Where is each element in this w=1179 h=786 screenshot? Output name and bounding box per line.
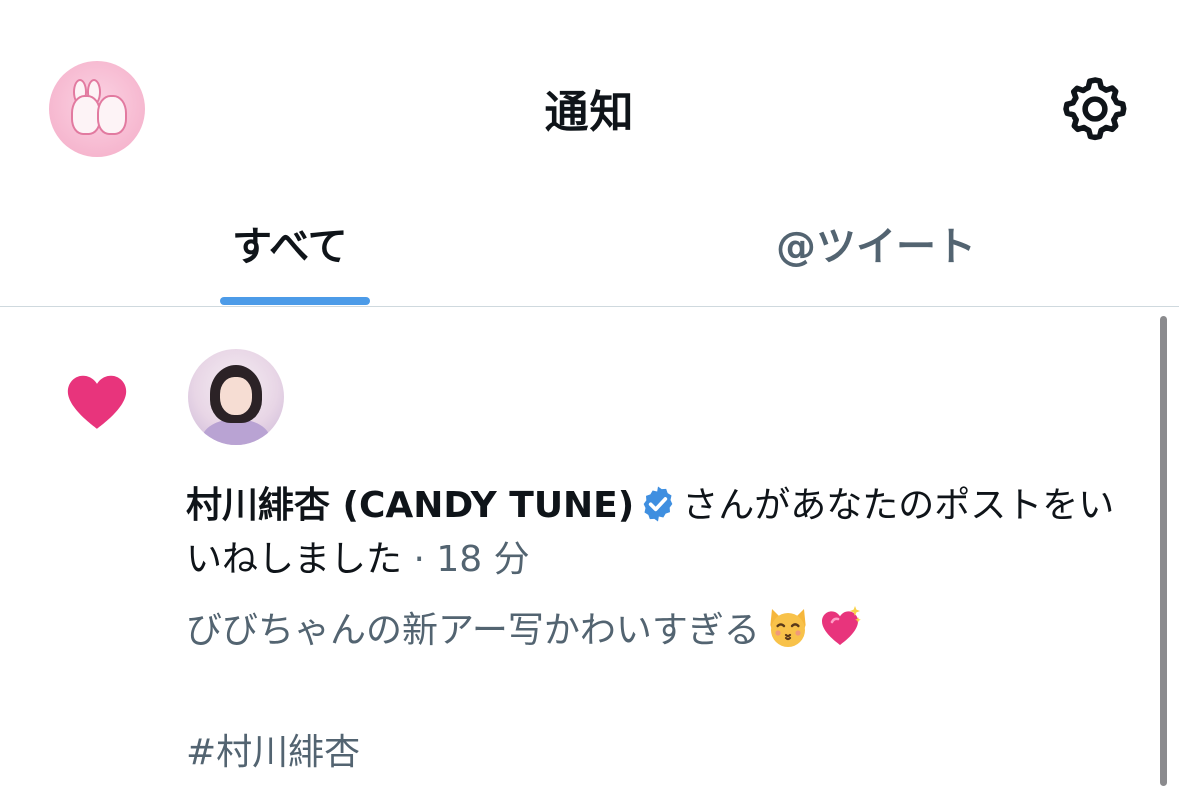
verified-badge-icon [643,486,673,522]
tab-all[interactable]: すべて [232,214,348,272]
tab-bar: すべて @ツイート [0,196,1179,307]
tab-mentions[interactable]: @ツイート [776,214,976,272]
gear-icon [1063,77,1127,141]
scrollbar[interactable] [1160,316,1167,786]
separator-dot: · [413,539,425,580]
avatar-face-shape [220,377,252,415]
user-avatar[interactable] [188,349,284,445]
settings-button[interactable] [1058,72,1132,146]
user-name[interactable]: 村川緋杏 (CANDY TUNE) [186,485,634,526]
notification-item[interactable]: 村川緋杏 (CANDY TUNE) さんがあなたのポストをいいねしました · 1… [0,307,1179,786]
tweet-text: びびちゃんの新アー写かわいすぎる [186,603,1146,656]
page-title: 通知 [544,87,635,138]
notification-text: 村川緋杏 (CANDY TUNE) さんがあなたのポストをいいねしました · 1… [186,479,1146,587]
sparkling-heart-emoji [821,606,861,645]
header: 通知 [0,0,1179,210]
tweet-body: びびちゃんの新アー写かわいすぎる [186,610,760,651]
kissing-cat-face-emoji [770,609,806,647]
heart-icon [67,375,127,429]
tab-selected-indicator [220,297,370,305]
hashtag-link[interactable]: #村川緋杏 [186,723,360,775]
timestamp: 18 分 [436,539,530,580]
